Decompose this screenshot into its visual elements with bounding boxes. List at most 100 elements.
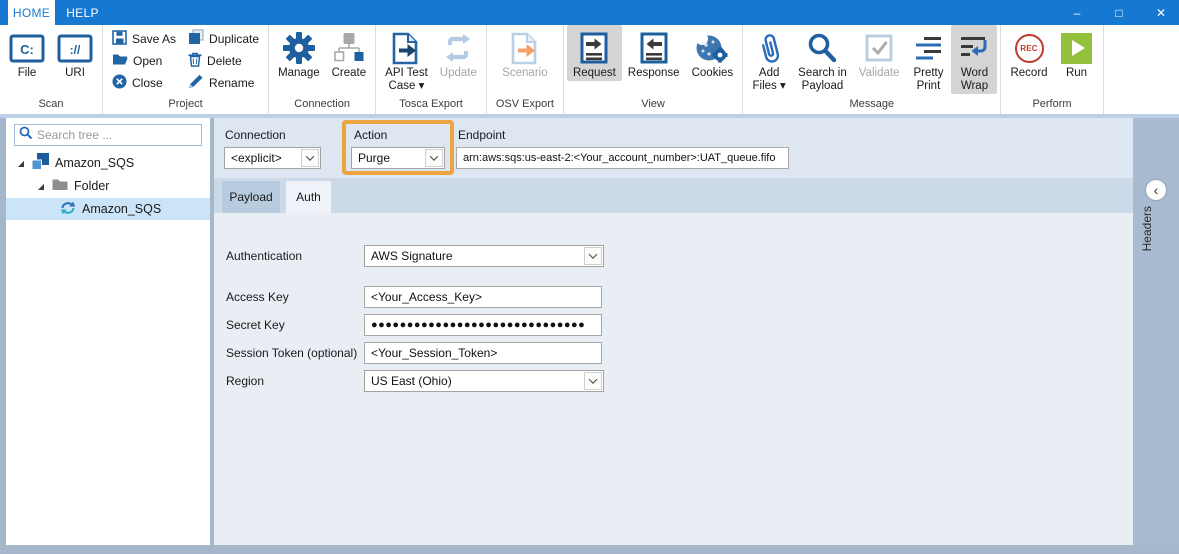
- paperclip-icon: [755, 29, 783, 67]
- main-panel: Connection <explicit> Action Purge Endpo…: [214, 118, 1133, 545]
- close-button[interactable]: Close: [112, 73, 176, 92]
- save-icon: [112, 30, 127, 48]
- open-button[interactable]: Open: [112, 51, 176, 70]
- create-button[interactable]: Create: [326, 25, 373, 81]
- request-button[interactable]: Request: [567, 25, 622, 81]
- chevron-down-icon[interactable]: [584, 247, 602, 265]
- request-doc-icon: [580, 29, 608, 67]
- cookies-button[interactable]: Cookies: [686, 25, 740, 81]
- run-button[interactable]: Run: [1054, 25, 1100, 81]
- window-frame-bottom: [0, 545, 1179, 554]
- response-button[interactable]: Response: [622, 25, 686, 81]
- endpoint-input[interactable]: arn:aws:sqs:us-east-2:<Your_account_numb…: [456, 147, 789, 169]
- chevron-down-icon[interactable]: [425, 149, 443, 167]
- save-as-button[interactable]: Save As: [112, 29, 176, 48]
- authentication-label: Authentication: [226, 249, 302, 263]
- rename-button[interactable]: Rename: [188, 73, 259, 92]
- group-label-osv-export: OSV Export: [490, 97, 560, 114]
- window-controls: – □ ✕: [1069, 0, 1169, 25]
- pretty-print-button[interactable]: Pretty Print: [905, 25, 951, 94]
- ribbon: C: File :// URI Scan Sav: [0, 25, 1179, 118]
- uri-button[interactable]: :// URI: [51, 25, 99, 81]
- tree-item-module[interactable]: Amazon_SQS: [6, 198, 210, 220]
- update-button[interactable]: Update: [434, 25, 483, 81]
- ribbon-group-perform: REC Record Run Perform: [1001, 25, 1103, 114]
- folder-icon: [52, 178, 68, 194]
- pencil-icon: [188, 74, 204, 92]
- group-label-tosca-export: Tosca Export: [379, 97, 483, 114]
- gear-icon: [282, 29, 316, 67]
- action-label: Action: [354, 128, 387, 142]
- add-files-button[interactable]: Add Files ▾: [746, 25, 792, 94]
- maximize-icon[interactable]: □: [1111, 6, 1127, 20]
- run-play-icon: [1061, 29, 1092, 67]
- record-icon: REC: [1015, 29, 1044, 67]
- access-key-input[interactable]: <Your_Access_Key>: [364, 286, 602, 308]
- expander-icon[interactable]: ◢: [16, 159, 26, 168]
- response-doc-icon: [640, 29, 668, 67]
- validate-button[interactable]: Validate: [853, 25, 906, 81]
- api-test-case-button[interactable]: API Test Case ▾: [379, 25, 434, 94]
- region-label: Region: [226, 374, 264, 388]
- file-c-icon: C:: [9, 29, 45, 67]
- update-refresh-icon: [442, 29, 474, 67]
- session-token-label: Session Token (optional): [226, 346, 357, 360]
- headers-panel-label[interactable]: Headers: [1140, 206, 1172, 251]
- scenario-export-icon: [510, 29, 540, 67]
- ribbon-group-view: Request Response: [564, 25, 743, 114]
- tree-search-box[interactable]: [14, 124, 202, 146]
- expand-headers-button[interactable]: ‹: [1146, 180, 1166, 200]
- search-icon: [806, 29, 838, 67]
- tree-item-root[interactable]: ◢ Amazon_SQS: [6, 152, 210, 174]
- word-wrap-button[interactable]: Word Wrap: [951, 25, 997, 94]
- open-folder-icon: [112, 53, 128, 69]
- tab-help[interactable]: HELP: [55, 0, 110, 25]
- record-button[interactable]: REC Record: [1004, 25, 1053, 81]
- file-button[interactable]: C: File: [3, 25, 51, 81]
- secret-key-input[interactable]: ●●●●●●●●●●●●●●●●●●●●●●●●●●●●●●: [364, 314, 602, 336]
- file-icon-text: C:: [20, 42, 34, 57]
- uri-icon-text: ://: [70, 43, 81, 57]
- chevron-left-icon: ‹: [1154, 183, 1159, 197]
- ribbon-group-osv-export: Scenario OSV Export: [487, 25, 564, 114]
- uri-icon: ://: [57, 29, 93, 67]
- group-label-connection: Connection: [272, 97, 372, 114]
- validate-check-icon: [865, 29, 893, 67]
- close-icon[interactable]: ✕: [1153, 6, 1169, 20]
- scenario-button[interactable]: Scenario: [496, 25, 553, 81]
- delete-button[interactable]: Delete: [188, 51, 259, 70]
- ribbon-group-tosca-export: API Test Case ▾ Update Tosca Export: [376, 25, 487, 114]
- action-dropdown[interactable]: Purge: [351, 147, 445, 169]
- cookie-icon: [695, 29, 729, 67]
- ribbon-group-scan: C: File :// URI Scan: [0, 25, 103, 114]
- session-token-input[interactable]: <Your_Session_Token>: [364, 342, 602, 364]
- authentication-dropdown[interactable]: AWS Signature: [364, 245, 604, 267]
- group-label-scan: Scan: [3, 97, 99, 114]
- expander-icon[interactable]: ◢: [36, 182, 46, 191]
- manage-button[interactable]: Manage: [272, 25, 326, 81]
- minimize-icon[interactable]: –: [1069, 6, 1085, 20]
- refresh-service-icon: [60, 200, 76, 219]
- tab-payload[interactable]: Payload: [222, 181, 280, 213]
- chevron-down-icon[interactable]: [584, 372, 602, 390]
- connection-dropdown[interactable]: <explicit>: [224, 147, 321, 169]
- access-key-label: Access Key: [226, 290, 289, 304]
- trash-icon: [188, 52, 202, 70]
- duplicate-button[interactable]: Duplicate: [188, 29, 259, 48]
- headers-side-panel: ‹ Headers: [1133, 118, 1179, 545]
- project-icon: [32, 153, 49, 173]
- tree-item-folder[interactable]: ◢ Folder: [6, 175, 210, 197]
- chevron-down-icon[interactable]: [301, 149, 319, 167]
- network-icon: [332, 29, 366, 67]
- ribbon-group-project: Save As Open Close: [103, 25, 269, 114]
- search-in-payload-button[interactable]: Search in Payload: [792, 25, 853, 94]
- region-dropdown[interactable]: US East (Ohio): [364, 370, 604, 392]
- search-input[interactable]: [37, 128, 197, 142]
- group-label-project: Project: [106, 97, 265, 114]
- tab-auth[interactable]: Auth: [286, 181, 331, 213]
- tree-sidebar: ◢ Amazon_SQS ◢ Folder Amazon_SQS: [6, 118, 210, 545]
- duplicate-icon: [188, 29, 204, 48]
- connection-label: Connection: [225, 128, 286, 142]
- tab-home[interactable]: HOME: [8, 0, 55, 25]
- secret-key-label: Secret Key: [226, 318, 285, 332]
